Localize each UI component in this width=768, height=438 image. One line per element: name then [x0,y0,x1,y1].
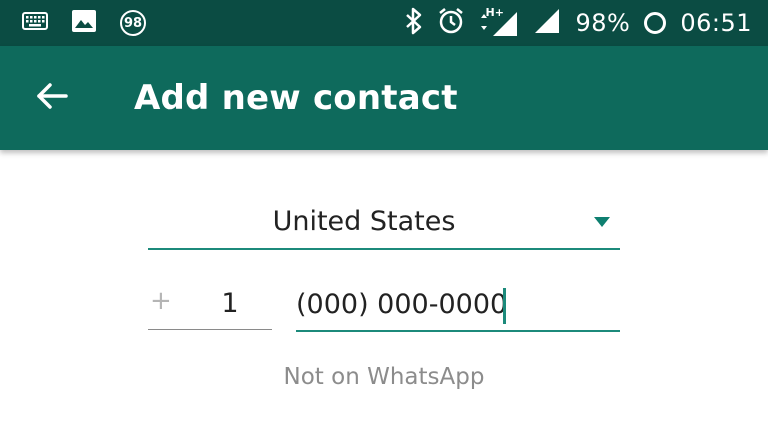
status-bar: 98 H+ 98% 06:51 [0,0,768,46]
dropdown-arrow-icon [594,217,610,227]
mobile-data-icon: H+ [479,6,519,38]
bluetooth-icon [405,7,423,39]
text-cursor [503,288,506,324]
image-icon [72,10,96,36]
country-code-value: 1 [221,288,239,319]
alarm-icon [437,7,465,39]
page-title: Add new contact [134,78,458,118]
whatsapp-status-note: Not on WhatsApp [283,364,485,390]
phone-number-field [296,280,620,332]
country-selector[interactable]: United States [148,198,620,250]
keyboard-icon [22,12,48,34]
status-bar-left: 98 [22,0,146,46]
signal-icon [533,7,561,39]
app-toolbar: Add new contact [0,46,768,150]
battery-percent: 98% [575,9,631,37]
arrow-left-icon [35,81,69,115]
clock-time: 06:51 [680,9,752,37]
notification-count-badge: 98 [120,10,146,36]
status-bar-right: H+ 98% 06:51 [405,0,752,46]
plus-sign: + [150,286,172,316]
battery-ring-icon [644,12,667,34]
phone-number-input[interactable] [296,282,620,326]
back-button[interactable] [28,74,76,122]
country-code-field[interactable]: + 1 [148,280,272,330]
country-name: United States [272,206,456,237]
